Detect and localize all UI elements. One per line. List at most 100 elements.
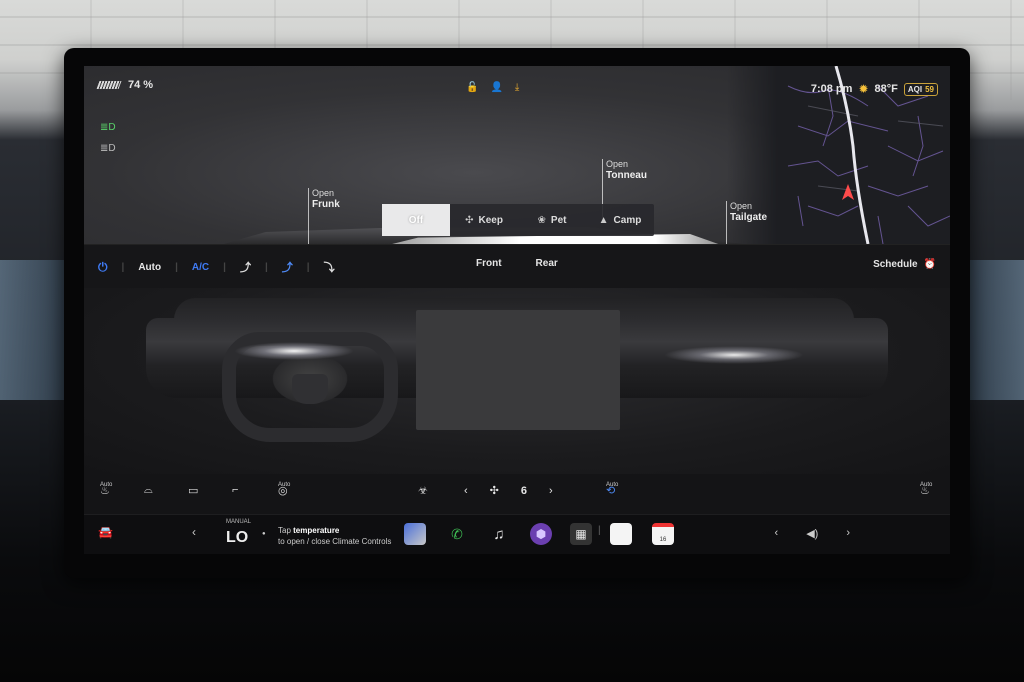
headlight-icon: ≣D: [100, 122, 116, 133]
rear-defrost-icon: ▭: [188, 485, 199, 497]
download-icon[interactable]: ⤓: [515, 82, 519, 93]
schedule-label: Schedule: [873, 259, 918, 270]
temp-decrease-chevron-left-icon[interactable]: ‹: [192, 525, 196, 539]
notes-app-icon[interactable]: [610, 523, 632, 545]
divider: |: [264, 261, 268, 273]
frunk-label: Frunk: [312, 199, 340, 210]
tent-icon: ▲: [598, 214, 609, 226]
ac-button[interactable]: A/C: [192, 262, 209, 273]
cabin-view: [84, 288, 950, 474]
light-indicators: ≣D ≣D: [100, 122, 116, 154]
speaker-icon[interactable]: ◀): [806, 527, 818, 540]
divider: |: [175, 261, 178, 273]
power-icon[interactable]: ⏻: [98, 260, 108, 275]
mode-camp[interactable]: ▲ Camp: [586, 204, 654, 236]
center-display: [416, 310, 620, 430]
sun-icon: ✹: [858, 82, 869, 96]
fan-increase-chevron-right-icon[interactable]: ›: [549, 485, 553, 497]
fan-speed-control: ‹ ✣ 6 ›: [464, 484, 553, 498]
tailgate-action: Open: [730, 201, 753, 211]
climate-hint: Tap temperature to open / close Climate …: [278, 525, 391, 547]
calendar-app-icon[interactable]: 16: [652, 523, 674, 545]
fan-speed-value: 6: [520, 484, 528, 497]
front-defrost-icon: ⌓: [144, 484, 153, 496]
tab-rear[interactable]: Rear: [536, 258, 558, 269]
tailgate-callout[interactable]: Open Tailgate: [725, 201, 768, 261]
hint-prefix: Tap: [278, 526, 291, 535]
calendar-day: 16: [659, 537, 667, 543]
auto-tag: Auto: [606, 482, 619, 488]
seat-vent-icon: ⌐: [232, 484, 239, 496]
divider: |: [121, 261, 125, 273]
volume-up-chevron-right-icon[interactable]: ›: [846, 527, 850, 540]
passenger-volume-controls: ‹ ◀) ›: [775, 527, 850, 540]
recirculate-button[interactable]: Auto ⟲: [606, 482, 619, 497]
seat-fan-controls: Auto ♨ ⌓ ▭ ⌐ Auto ◎ ☣ ‹ ✣ 6 › Auto ⟲ Aut…: [84, 474, 950, 510]
climate-mode-selector: Off ✣ Keep ❀ Pet ▲ Camp: [382, 204, 654, 236]
tonneau-callout[interactable]: Open Tonneau: [602, 159, 647, 219]
auto-button[interactable]: Auto: [138, 262, 161, 273]
steering-wheel-heat-button[interactable]: Auto ◎: [278, 482, 291, 497]
lock-icon[interactable]: 🔓: [466, 82, 478, 93]
airflow-feet-icon[interactable]: ⤵: [324, 259, 335, 275]
aqi-label: AQI: [907, 84, 923, 94]
left-vent-airflow[interactable]: [234, 342, 354, 360]
mode-pet[interactable]: ❀ Pet: [518, 204, 586, 236]
clock: 7:08 pm: [810, 83, 853, 95]
tonneau-action: Open: [606, 159, 629, 169]
manual-label: MANUAL: [226, 519, 252, 525]
passenger-seat-heat-button[interactable]: Auto ♨: [920, 482, 932, 497]
schedule-button[interactable]: Schedule ⏰: [873, 259, 936, 270]
fan-icon: ✣: [489, 485, 499, 497]
biohazard-icon: ☣: [418, 485, 428, 497]
right-vent-airflow[interactable]: [664, 346, 804, 364]
divider: |: [223, 261, 226, 273]
phone-app-icon[interactable]: ✆: [446, 523, 468, 545]
window-glow-left: [0, 260, 70, 400]
arcade-app-icon[interactable]: ⬢: [530, 523, 552, 545]
aqi-badge[interactable]: AQI 59: [903, 82, 938, 96]
mode-off-label: Off: [408, 214, 424, 226]
steering-heat-button[interactable]: ⌐: [232, 484, 238, 496]
car-icon[interactable]: 🚘: [98, 525, 113, 539]
airflow-face-feet-icon[interactable]: ⤴: [282, 259, 293, 275]
bioweapon-defense-button[interactable]: ☣: [418, 484, 428, 497]
driver-profile-icon[interactable]: 👤: [490, 82, 502, 93]
mode-keep[interactable]: ✣ Keep: [450, 204, 518, 236]
high-beam-icon: ≣D: [100, 143, 116, 154]
mode-camp-label: Camp: [613, 214, 642, 226]
hint-bold: temperature: [293, 526, 340, 535]
climate-controls-bar: ⏻ | Auto | A/C | ⤴ | ⤴ | ⤵ Front Rear Sc…: [84, 244, 950, 288]
tab-front[interactable]: Front: [476, 258, 502, 269]
paw-icon: ❀: [537, 214, 546, 226]
navigation-app-icon[interactable]: [404, 523, 426, 545]
frunk-action: Open: [312, 188, 335, 198]
temp-increase-dot-icon[interactable]: ●: [262, 531, 266, 537]
rear-defrost-button[interactable]: ▭: [188, 484, 198, 497]
tonneau-label: Tonneau: [606, 170, 647, 181]
mode-pet-label: Pet: [550, 214, 567, 226]
mode-off[interactable]: Off: [382, 204, 450, 236]
volume-down-chevron-left-icon[interactable]: ‹: [775, 527, 779, 540]
status-right: 7:08 pm ✹ 88°F AQI 59: [811, 82, 938, 96]
aqi-value: 59: [925, 84, 934, 94]
battery-status[interactable]: 74 %: [96, 79, 153, 91]
outside-temp: 88°F: [874, 83, 898, 95]
airflow-face-icon[interactable]: ⤴: [240, 259, 251, 275]
hint-rest: to open / close Climate Controls: [278, 537, 392, 546]
divider: |: [306, 261, 310, 273]
steering-hub: [292, 374, 328, 404]
fan-decrease-chevron-left-icon[interactable]: ‹: [464, 485, 468, 497]
auto-tag: Auto: [100, 482, 113, 488]
music-app-icon[interactable]: ♫: [488, 523, 510, 545]
dock-divider: |: [598, 525, 601, 536]
bottom-dock: 🚘 ‹ MANUAL LO ● Tap temperature to open …: [84, 514, 950, 554]
fan-icon: ✣: [465, 214, 474, 226]
auto-tag: Auto: [278, 482, 291, 488]
app-launcher-icon[interactable]: ▦: [570, 523, 592, 545]
tailgate-label: Tailgate: [730, 212, 768, 223]
frunk-callout[interactable]: Open Frunk: [308, 188, 340, 248]
front-defrost-button[interactable]: ⌓: [144, 484, 153, 497]
driver-seat-heat-button[interactable]: Auto ♨: [100, 482, 113, 497]
alarm-clock-icon: ⏰: [923, 259, 936, 270]
